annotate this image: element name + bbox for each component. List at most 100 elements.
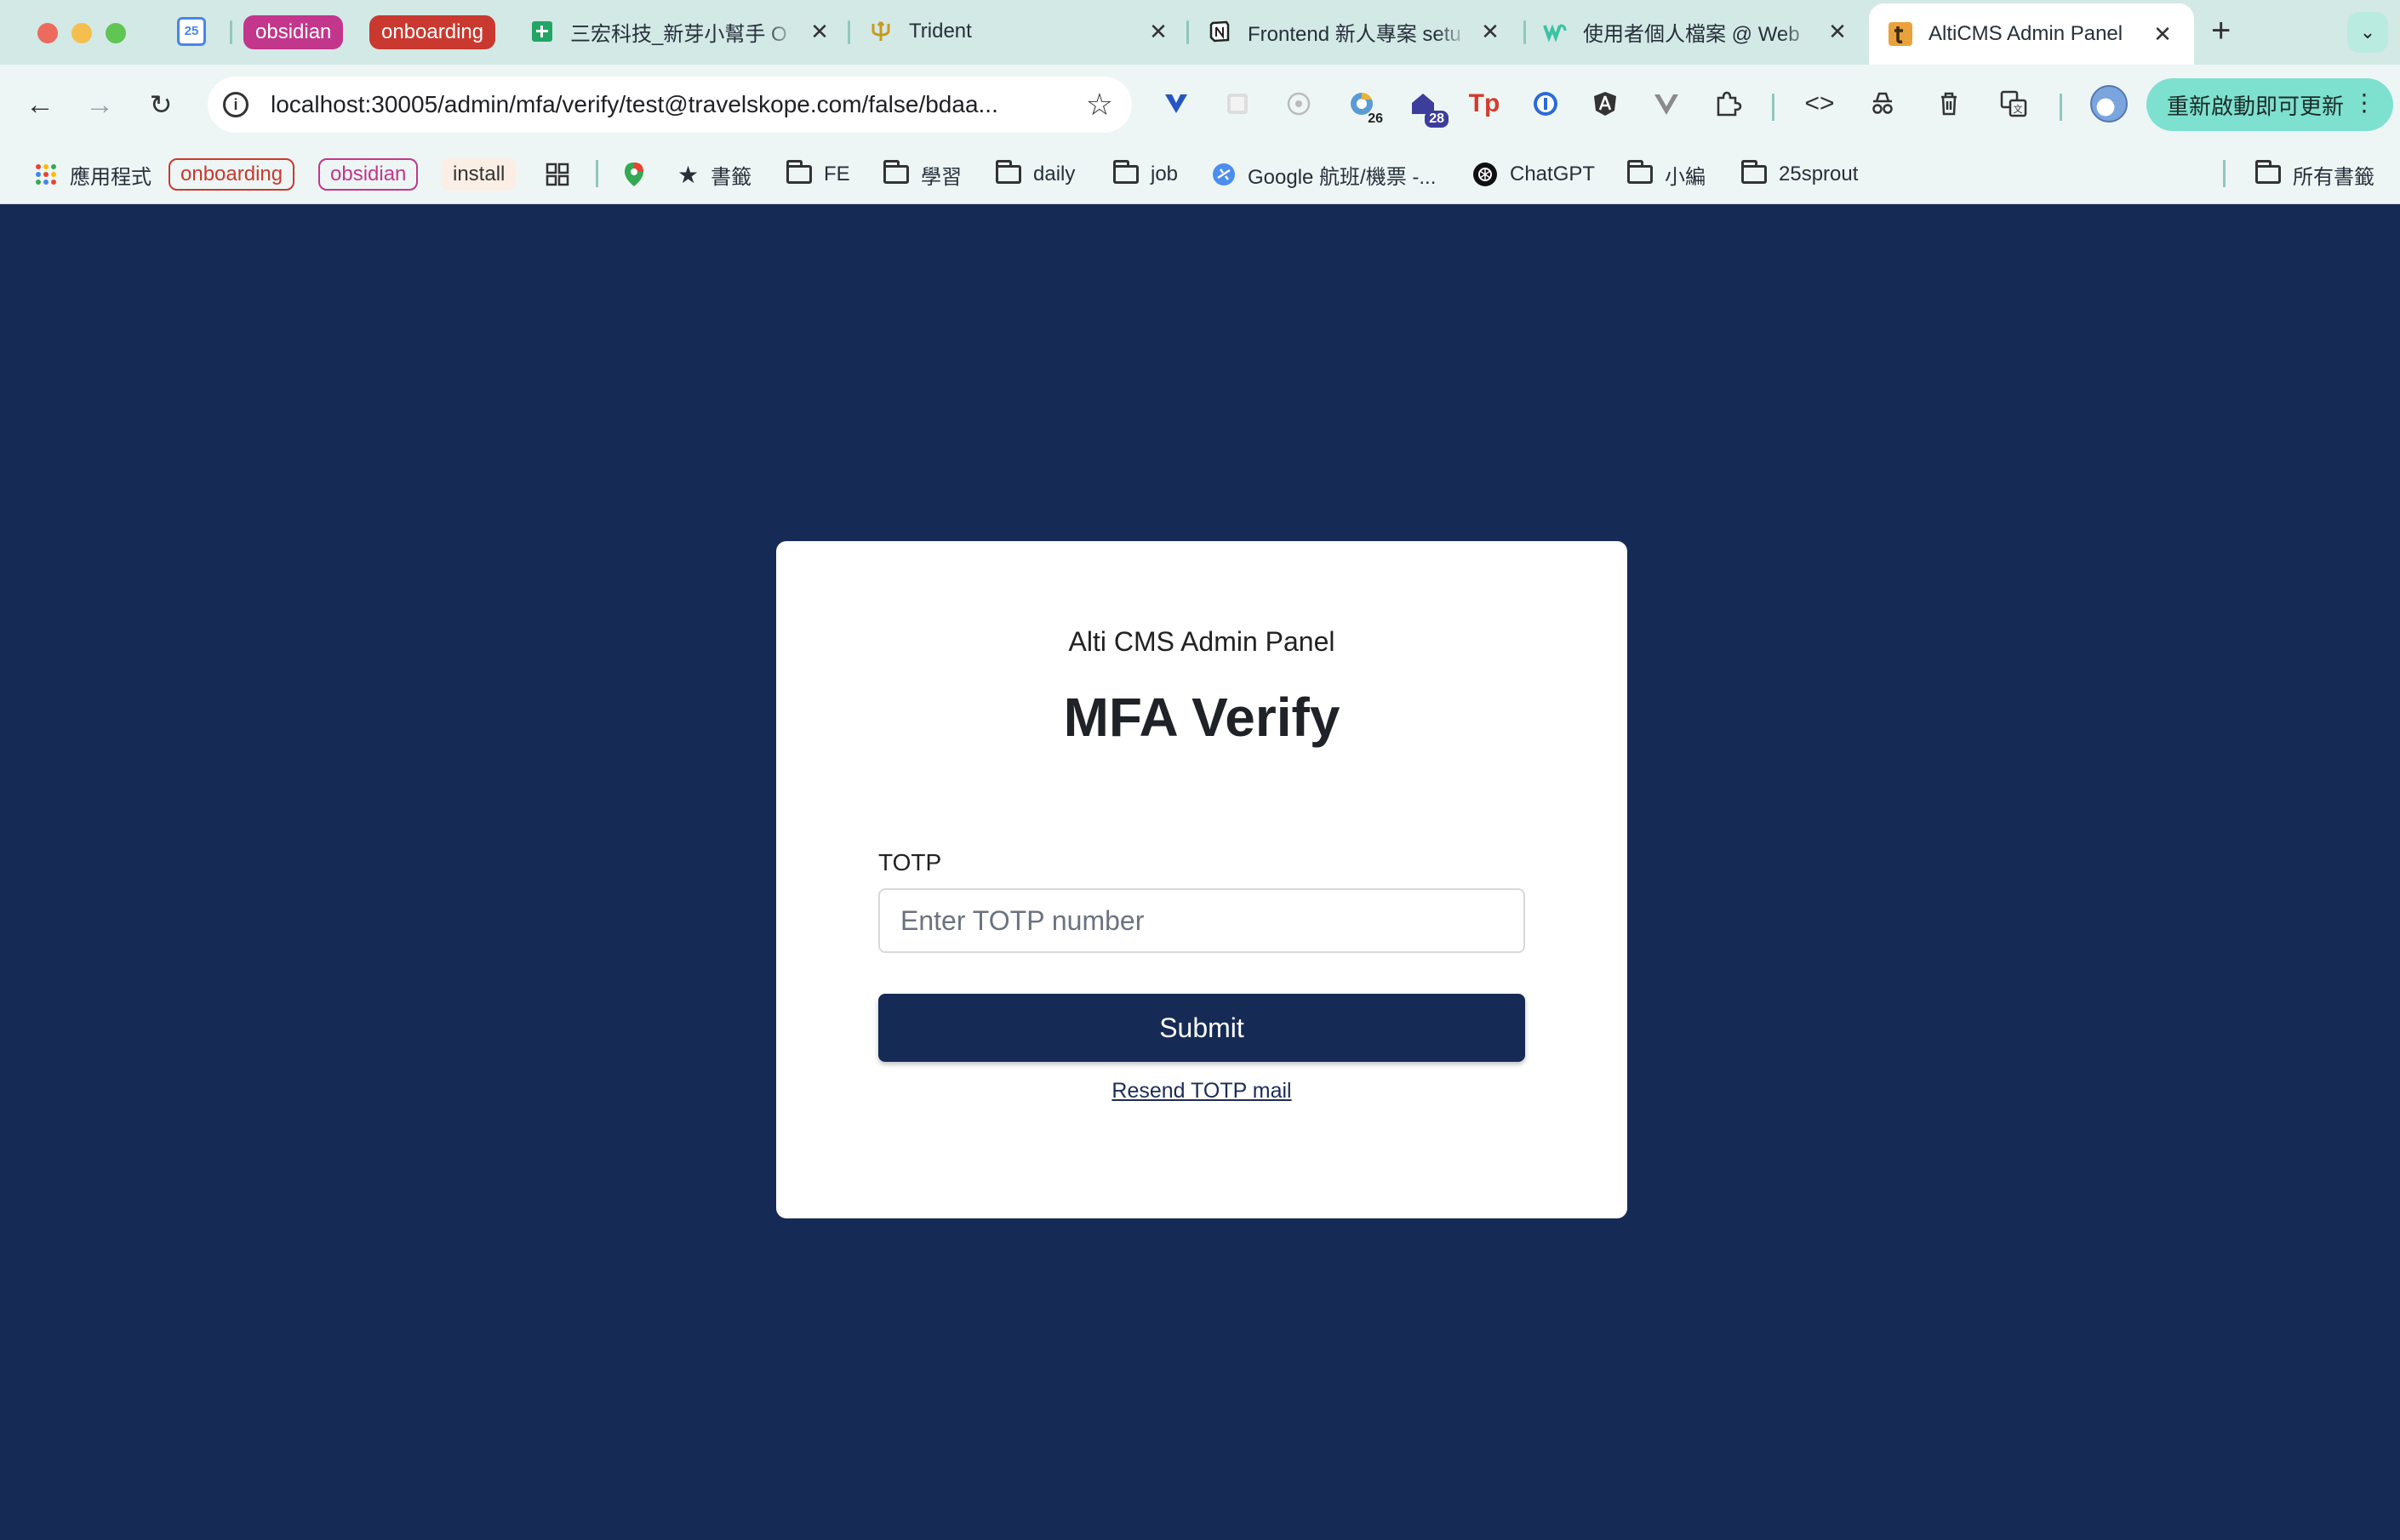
bookmark-folder-25sprout[interactable]: 25sprout (1741, 158, 1858, 191)
profile-avatar[interactable] (2090, 85, 2128, 123)
star-icon: ★ (677, 161, 700, 188)
extension-tp-icon[interactable]: Tp (1467, 87, 1501, 121)
bookmark-install[interactable]: install (441, 158, 517, 191)
tab-title: Trident (909, 20, 972, 43)
bookmark-label: job (1151, 163, 1179, 185)
bookmark-shuqian[interactable]: ★ 書籤 (677, 158, 751, 191)
tab-close-icon[interactable]: ✕ (2150, 21, 2175, 48)
translate-icon[interactable]: 文 (1997, 87, 2031, 121)
page-title: MFA Verify (1063, 687, 1340, 748)
bookmark-apps[interactable]: 應用程式 (34, 158, 151, 191)
pinned-tab-calendar-icon[interactable]: 25 (177, 17, 206, 46)
menu-dots-icon[interactable]: ⋮ (2352, 88, 2376, 117)
totp-input[interactable] (878, 888, 1525, 953)
tab-separator (848, 20, 850, 44)
tab-group-obsidian[interactable]: obsidian (243, 15, 344, 49)
bookmark-folder-daily[interactable]: daily (996, 158, 1075, 191)
bookmark-folder-xuexi[interactable]: 學習 (883, 158, 962, 191)
bookmark-folder-job[interactable]: job (1113, 158, 1178, 191)
tab-close-icon[interactable]: ✕ (1477, 19, 1503, 45)
address-bar[interactable]: i localhost:30005/admin/mfa/verify/test@… (208, 77, 1132, 133)
extension-v-icon[interactable] (1159, 87, 1193, 121)
bookmark-label: 書籤 (711, 165, 752, 189)
tab-alticms-active[interactable]: AltiCMS Admin Panel ✕ (1869, 3, 2194, 65)
window-minimize-button[interactable] (71, 23, 92, 43)
alticms-icon (1888, 21, 1913, 47)
tab-close-icon[interactable]: ✕ (1825, 19, 1850, 45)
tab-strip: 25 obsidian onboarding 三宏科技_新芽小幫手 O ✕ Tr… (0, 0, 2400, 65)
reload-icon[interactable]: ↻ (140, 83, 182, 126)
bookmark-maps[interactable] (623, 158, 657, 191)
url-text[interactable]: localhost:30005/admin/mfa/verify/test@tr… (271, 91, 1037, 118)
bookmarks-bar: 應用程式 onboarding obsidian install ★ 書籤 FE… (0, 145, 2400, 204)
extension-badge: 26 (1368, 111, 1383, 126)
bookmark-chatgpt[interactable]: ChatGPT (1472, 158, 1595, 191)
extension-chrome-icon[interactable]: 26 (1345, 87, 1383, 126)
window-close-button[interactable] (37, 23, 58, 43)
grid-squares-icon (545, 162, 570, 187)
totp-label: TOTP (878, 849, 942, 876)
back-arrow-icon[interactable]: ← (19, 83, 61, 126)
folder-icon (1741, 160, 1767, 184)
tab-close-icon[interactable]: ✕ (807, 19, 832, 45)
bookmark-label: obsidian (318, 158, 419, 191)
browser-toolbar: ← → ↻ i localhost:30005/admin/mfa/verify… (0, 65, 2400, 145)
tab-title: 使用者個人檔案 @ Web (1583, 22, 1800, 46)
bookmark-separator (2223, 160, 2226, 187)
webflow-icon (1542, 19, 1568, 44)
extension-vue-icon[interactable] (1649, 87, 1683, 121)
bookmark-separator (596, 160, 598, 187)
chatgpt-icon (1472, 162, 1498, 187)
bookmark-grid[interactable] (545, 158, 582, 191)
page-background: Alti CMS Admin Panel MFA Verify TOTP Sub… (0, 204, 2400, 1540)
extension-grid-icon[interactable] (1220, 87, 1254, 121)
tab-close-icon[interactable]: ✕ (1146, 19, 1171, 45)
sheets-icon (529, 19, 555, 44)
svg-text:文: 文 (2014, 103, 2023, 115)
tab-search-chevron-icon[interactable]: ⌄ (2347, 12, 2388, 53)
bookmark-google-flights[interactable]: Google 航班/機票 -... (1212, 158, 1436, 191)
map-pin-icon (623, 161, 645, 188)
bookmark-folder-xiaobian[interactable]: 小編 (1627, 158, 1706, 191)
folder-icon (786, 160, 812, 184)
forward-arrow-icon[interactable]: → (78, 83, 121, 126)
bookmark-obsidian[interactable]: obsidian (318, 158, 419, 191)
bookmark-label: onboarding (169, 158, 295, 191)
bookmark-star-icon[interactable]: ☆ (1086, 87, 1113, 123)
tab-sanhong[interactable]: 三宏科技_新芽小幫手 O ✕ (529, 10, 832, 53)
toolbar-separator (2060, 94, 2062, 121)
bookmark-onboarding[interactable]: onboarding (169, 158, 295, 191)
extension-1password-icon[interactable] (1529, 87, 1563, 121)
tab-trident[interactable]: Trident ✕ (868, 10, 1171, 53)
extension-react-icon[interactable] (1282, 87, 1316, 121)
new-tab-plus-icon[interactable]: + (2211, 14, 2231, 48)
tab-frontend[interactable]: Frontend 新人專案 setu ✕ (1207, 10, 1503, 53)
folder-icon (1113, 160, 1139, 184)
devtools-code-icon[interactable]: <> (1803, 87, 1837, 121)
trash-icon[interactable] (1932, 87, 1966, 121)
submit-button[interactable]: Submit (878, 994, 1525, 1062)
bookmark-folder-fe[interactable]: FE (786, 158, 850, 191)
bookmark-all-folder[interactable]: 所有書籤 (2255, 158, 2374, 191)
folder-icon (2255, 160, 2281, 184)
bookmark-label: 應用程式 (70, 165, 151, 189)
site-info-icon[interactable]: i (223, 92, 249, 117)
extension-angular-icon[interactable] (1588, 87, 1622, 121)
extension-home-icon[interactable]: 28 (1406, 87, 1449, 128)
tab-user-profile[interactable]: 使用者個人檔案 @ Web ✕ (1542, 10, 1850, 53)
update-restart-button[interactable]: 重新啟動即可更新 ⋮ (2146, 78, 2393, 131)
tab-title: AltiCMS Admin Panel (1929, 22, 2123, 45)
app-name: Alti CMS Admin Panel (1068, 626, 1335, 657)
tab-group-onboarding[interactable]: onboarding (369, 15, 496, 49)
bookmark-label: 小編 (1665, 165, 1706, 189)
bookmark-label: 所有書籤 (2293, 165, 2374, 189)
bookmark-label: daily (1033, 163, 1076, 185)
window-maximize-button[interactable] (106, 23, 126, 43)
bookmark-label: Google 航班/機票 -... (1248, 165, 1437, 189)
tab-title: Frontend 新人專案 setu (1248, 22, 1461, 46)
extensions-puzzle-icon[interactable] (1711, 87, 1745, 121)
resend-totp-link[interactable]: Resend TOTP mail (776, 1079, 1627, 1104)
incognito-icon[interactable] (1866, 87, 1900, 121)
tab-title: 三宏科技_新芽小幫手 O (570, 22, 787, 46)
bookmark-label: 25sprout (1779, 163, 1859, 185)
